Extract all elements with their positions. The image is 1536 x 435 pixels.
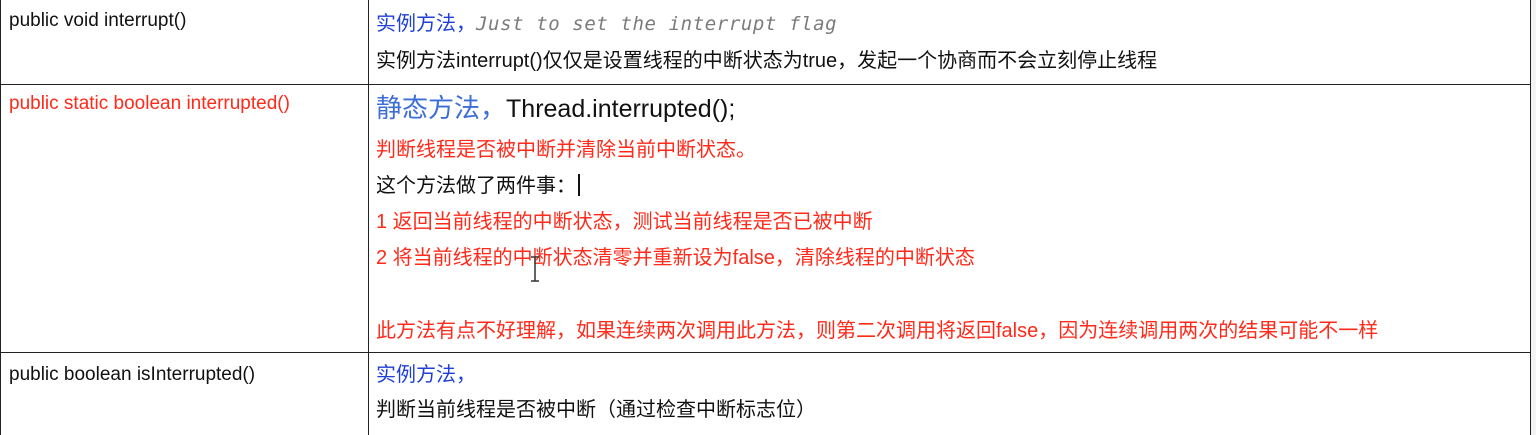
table-row-interrupted: public static boolean interrupted() 静态方法… xyxy=(0,85,1536,353)
code-call: Thread.interrupted(); xyxy=(506,95,736,123)
description-line: 这个方法做了两件事： xyxy=(376,174,580,198)
method-kind-label: 实例方法， xyxy=(376,364,476,386)
description-line: 1 返回当前线程的中断状态，测试当前线程是否已被中断 xyxy=(376,211,873,233)
method-signature: public boolean isInterrupted() xyxy=(9,364,256,385)
scrollbar-edge[interactable] xyxy=(1531,0,1536,435)
description-cell: 实例方法，Just to set the interrupt flag 实例方法… xyxy=(369,0,1531,84)
description-cell: 静态方法，Thread.interrupted(); 判断线程是否被中断并清除当… xyxy=(369,85,1531,352)
description-line: 判断当前线程是否被中断（通过检查中断标志位） xyxy=(376,399,816,421)
i-beam-cursor-icon xyxy=(531,256,539,282)
method-signature: public void interrupt() xyxy=(9,10,187,31)
description-line: 判断线程是否被中断并清除当前中断状态。 xyxy=(376,139,756,161)
description-text: 这个方法做了两件事： xyxy=(376,175,576,197)
description-line: 2 将当前线程的中断状态清零并重新设为false，清除线程的中断状态 xyxy=(376,247,975,269)
signature-cell: public boolean isInterrupted() xyxy=(0,353,369,435)
table-row-isinterrupted: public boolean isInterrupted() 实例方法， 判断当… xyxy=(0,353,1536,435)
signature-cell: public static boolean interrupted() xyxy=(0,85,369,352)
description-cell: 实例方法， 判断当前线程是否被中断（通过检查中断标志位） xyxy=(369,353,1531,435)
method-signature: public static boolean interrupted() xyxy=(9,93,290,114)
signature-cell: public void interrupt() xyxy=(0,0,369,84)
text-caret xyxy=(578,174,580,196)
code-comment: Just to set the interrupt flag xyxy=(476,13,838,35)
description-line: 实例方法interrupt()仅仅是设置线程的中断状态为true，发起一个协商而… xyxy=(376,50,1158,72)
table-row-interrupt: public void interrupt() 实例方法，Just to set… xyxy=(0,0,1536,85)
method-kind-label: 静态方法， xyxy=(376,93,507,123)
method-table: public void interrupt() 实例方法，Just to set… xyxy=(0,0,1536,435)
description-heading: 静态方法，Thread.interrupted(); xyxy=(376,92,735,127)
description-line: 实例方法，Just to set the interrupt flag xyxy=(376,12,837,36)
method-kind-label: 实例方法， xyxy=(376,13,476,35)
description-line: 此方法有点不好理解，如果连续两次调用此方法，则第二次调用将返回false，因为连… xyxy=(376,320,1379,342)
